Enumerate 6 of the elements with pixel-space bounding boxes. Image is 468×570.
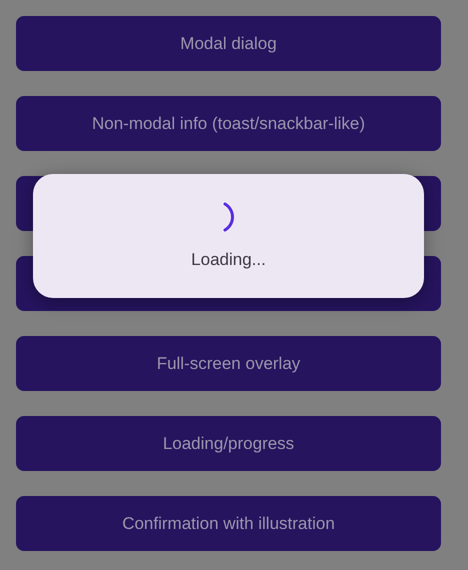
demo-button[interactable]: Loading/progress (16, 416, 441, 471)
demo-button[interactable]: Modal dialog (16, 16, 441, 71)
demo-button[interactable]: Non-modal info (toast/snackbar-like) (16, 96, 441, 151)
demo-button[interactable]: Full-screen overlay (16, 336, 441, 391)
demo-button[interactable]: Confirmation with illustration (16, 496, 441, 551)
loading-text: Loading... (191, 250, 266, 270)
